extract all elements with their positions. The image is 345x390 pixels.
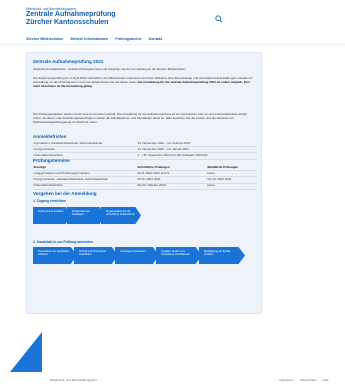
footer-department[interactable]: Mittelschul- und Berufsbildungsamt xyxy=(50,378,97,382)
table-cell: Mo 26. Oktober 2020 xyxy=(137,183,207,190)
logo-title-line-2[interactable]: Zürcher Kantonsschulen xyxy=(26,19,108,26)
step-1-item: Zugangsdaten für die Anmeldung aufbewahr… xyxy=(101,207,141,224)
nav-item-mittelschulen[interactable]: Zürcher Mittelschulen xyxy=(26,37,63,41)
footer-link-hilfe[interactable]: Hilfe xyxy=(323,378,329,382)
vorgehen-title: Vorgehen bei der Anmeldung xyxy=(33,191,97,196)
table-cell: Informatikmittelschule xyxy=(33,183,137,190)
decorative-triangle xyxy=(10,332,42,372)
page-title: Zentrale Aufnahmeprüfung 2021 xyxy=(33,59,104,64)
footer-link-impressum[interactable]: Impressum xyxy=(279,378,294,382)
step-1-title: 1. Zugang einrichten xyxy=(33,199,67,203)
step-2-item: Angaben prüfen und Anmeldung abschliesse… xyxy=(156,247,202,264)
step-2-item: Unterlagen hochladen xyxy=(115,247,159,264)
step-1-item: Online-Konto erstellen xyxy=(33,207,71,224)
fristen-title: Anmeldefristen xyxy=(33,134,67,139)
content-panel: Zentrale Aufnahmeprüfung 2021 Überblick … xyxy=(26,52,262,314)
nav-divider xyxy=(0,44,345,45)
termine-table: Schultyp Schriftliche Prüfungen Mündlich… xyxy=(33,165,257,190)
main-nav: Zürcher Mittelschulen Weitere Informatio… xyxy=(26,37,162,41)
intro-text: Überblick Anmeldefristen, zentrale Prüfu… xyxy=(33,67,187,71)
footer-link-datenschutz[interactable]: Datenschutz xyxy=(300,378,317,382)
logo-title-line-1[interactable]: Zentrale Aufnahmeprüfung xyxy=(26,11,116,18)
nav-item-pruefungsarchiv[interactable]: Prüfungsarchiv xyxy=(115,37,141,41)
site-header: Mittelschul- und Berufsbildungsamt Zentr… xyxy=(26,7,336,37)
exam-paragraph: Die Prüfungsaufgaben werden durch eine K… xyxy=(33,112,247,125)
fristen-table: Gymnasium, Handelsmittelschule, Fachmitt… xyxy=(33,141,257,160)
table-cell: keine xyxy=(207,183,257,190)
nav-item-kontakt[interactable]: Kontakt xyxy=(149,37,162,41)
step-2-item: Schule und Prüfungsort auswählen xyxy=(74,247,118,264)
footer-links: Impressum Datenschutz Hilfe xyxy=(279,378,329,382)
info-paragraph: Die Ergänzungsprüfung ist im April 2021 … xyxy=(33,76,255,89)
step-2-item: Personalien der Kandidatin erfassen xyxy=(33,247,77,264)
nav-item-informationen[interactable]: Weitere Informationen xyxy=(70,37,108,41)
step-1-item: E-Mail-Adresse bestätigen xyxy=(67,207,105,224)
search-icon[interactable] xyxy=(215,15,223,23)
table-cell: 1. – 30. September 2020 (für das Schulja… xyxy=(137,152,257,160)
table-row: Informatikmittelschule Mo 26. Oktober 20… xyxy=(33,183,257,190)
termine-title: Prüfungstermine xyxy=(33,158,70,163)
step-2-item: Bestätigung per E-Mail erhalten xyxy=(199,247,245,264)
step-2-title: 2. Kandidat/-in zur Prüfung anmelden xyxy=(33,240,94,244)
